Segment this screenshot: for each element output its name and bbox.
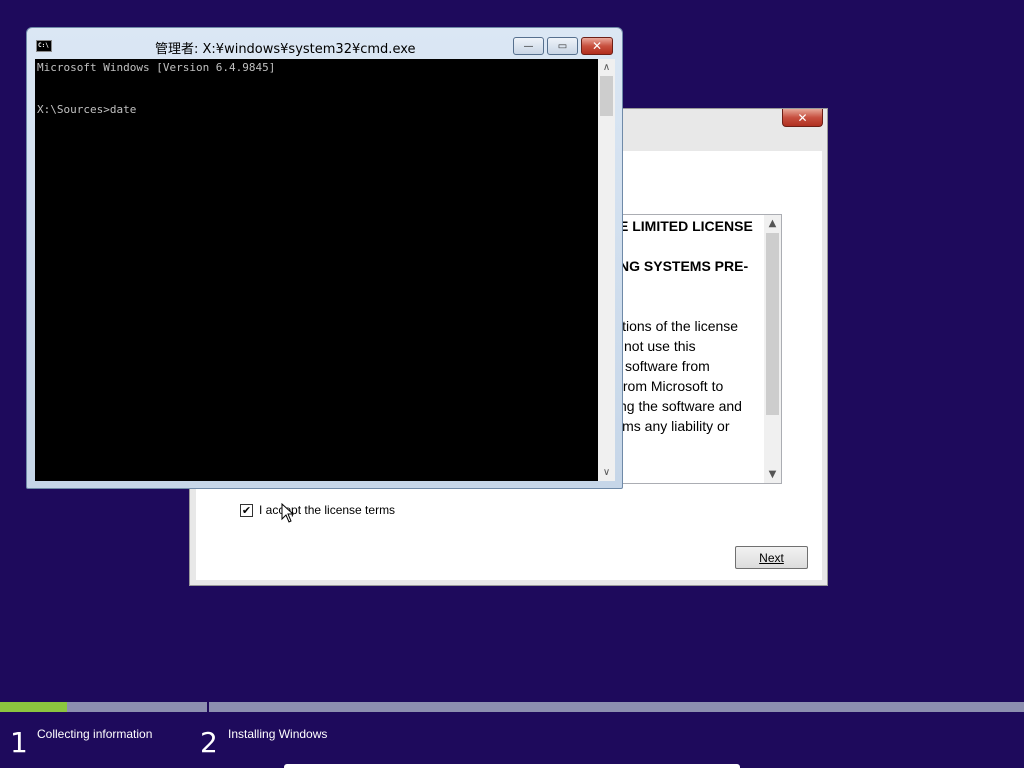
license-line: not use this (624, 338, 696, 354)
cmd-app-icon[interactable]: C:\ (36, 40, 52, 52)
license-line: itions of the license (619, 318, 739, 334)
license-scrollbar-thumb[interactable] (766, 233, 779, 415)
scroll-up-icon[interactable]: ∧ (598, 59, 615, 76)
setup-progress-bar (0, 702, 1024, 712)
progress-step-divider (207, 702, 209, 712)
cmd-scrollbar-thumb[interactable] (600, 76, 613, 116)
setup-close-button[interactable]: ✕ (782, 109, 823, 127)
accept-license-label[interactable]: I accept the license terms (259, 503, 395, 517)
maximize-icon: ▭ (557, 40, 568, 52)
license-line: ng the software and (619, 398, 742, 414)
accept-license-row[interactable]: ✔ I accept the license terms (240, 503, 395, 517)
cmd-output-text: Microsoft Windows [Version 6.4.9845] X:\… (37, 61, 276, 116)
close-icon: ✕ (797, 110, 808, 125)
bottom-panel-edge (284, 764, 740, 768)
license-line: ims any liability or (619, 418, 730, 434)
accept-license-checkbox[interactable]: ✔ (240, 503, 253, 517)
scroll-down-icon[interactable]: ∨ (598, 464, 615, 481)
cmd-scrollbar[interactable]: ∧ ∨ (598, 59, 615, 481)
minimize-button[interactable]: — (513, 37, 544, 55)
close-button[interactable]: ✕ (581, 37, 613, 55)
license-heading-line: E LIMITED LICENSE (619, 218, 753, 234)
step-label: Collecting information (37, 727, 153, 741)
mouse-pointer-icon (281, 503, 295, 523)
step-label: Installing Windows (228, 727, 328, 741)
cmd-window-title: 管理者: X:¥windows¥system32¥cmd.exe (155, 42, 416, 57)
maximize-button[interactable]: ▭ (547, 37, 578, 55)
license-scrollbar[interactable]: ▲ ▼ (764, 215, 781, 483)
license-terms-box[interactable]: E LIMITED LICENSE NG SYSTEMS PRE- itions… (606, 214, 782, 484)
scroll-up-icon[interactable]: ▲ (764, 215, 781, 232)
step-number: 1 (10, 726, 28, 759)
license-line: software from (625, 358, 710, 374)
next-button[interactable]: Next (735, 546, 808, 569)
license-line: from Microsoft to (619, 378, 724, 394)
minimize-icon: — (523, 40, 534, 52)
license-heading-line: NG SYSTEMS PRE- (619, 258, 749, 274)
setup-progress-fill (0, 702, 67, 712)
cmd-titlebar[interactable]: C:\ 管理者: X:¥windows¥system32¥cmd.exe — ▭… (27, 28, 622, 58)
cmd-console[interactable]: Microsoft Windows [Version 6.4.9845] X:\… (35, 59, 615, 481)
close-icon: ✕ (591, 39, 603, 53)
scroll-down-icon[interactable]: ▼ (764, 466, 781, 483)
step-number: 2 (200, 726, 218, 759)
cmd-window: C:\ 管理者: X:¥windows¥system32¥cmd.exe — ▭… (26, 27, 623, 489)
